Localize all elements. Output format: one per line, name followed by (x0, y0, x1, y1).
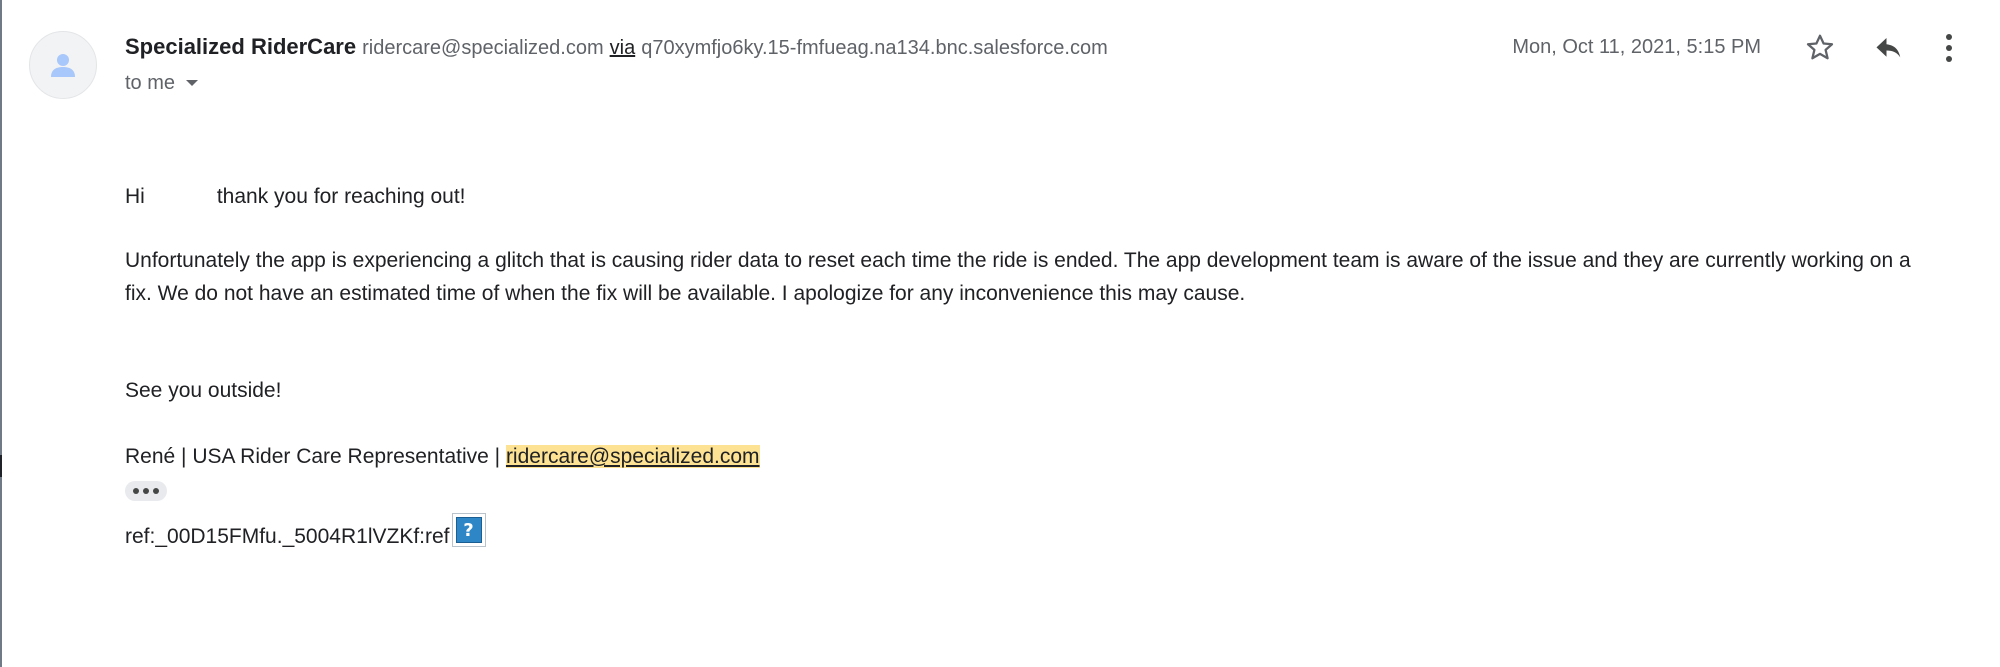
ellipsis-dot (153, 488, 159, 494)
ellipsis-dot (143, 488, 149, 494)
signoff: See you outside! (125, 379, 282, 402)
sender-line: Specialized RiderCare ridercare@speciali… (125, 34, 1465, 64)
signature-line: René | USA Rider Care Representative | r… (125, 440, 1925, 473)
window-edge-marker (0, 455, 2, 477)
sender-email: ridercare@specialized.com (362, 37, 604, 59)
reply-icon (1876, 38, 1901, 58)
missing-image-icon: ? (451, 513, 486, 547)
star-button[interactable] (1800, 28, 1840, 68)
window-edge (0, 0, 2, 667)
more-vert-icon (1946, 34, 1952, 62)
email-date: Mon, Oct 11, 2021, 5:15 PM (1512, 36, 1761, 58)
body-paragraph: Unfortunately the app is experiencing a … (125, 249, 1911, 305)
recipient-label: to me (125, 71, 176, 94)
sender-avatar[interactable] (29, 31, 97, 99)
email-view: Specialized RiderCare ridercare@speciali… (0, 0, 2000, 667)
chevron-down-icon[interactable] (185, 79, 199, 87)
person-icon (51, 54, 75, 77)
reference-id: ref:_00D15FMfu._5004R1lVZKf:ref (125, 525, 450, 548)
reference-line: ref:_00D15FMfu._5004R1lVZKf:ref ? (125, 513, 486, 553)
via-link[interactable]: via (610, 37, 636, 60)
star-icon (1806, 34, 1834, 60)
greeting-text: thank you for reaching out! (216, 185, 466, 208)
ellipsis-dot (133, 488, 139, 494)
signature-email-link[interactable]: ridercare@specialized.com (505, 445, 760, 468)
recipient-details-toggle[interactable]: to me (125, 70, 199, 96)
greeting-prefix: Hi (125, 185, 145, 208)
show-trimmed-content-button[interactable] (125, 481, 167, 501)
reply-button[interactable] (1869, 28, 1909, 68)
more-options-button[interactable] (1929, 28, 1969, 68)
signature-text: René | USA Rider Care Representative | (125, 445, 501, 468)
sender-name[interactable]: Specialized RiderCare (125, 34, 356, 60)
missing-image-glyph: ? (455, 517, 482, 543)
via-host: q70xymfjo6ky.15-fmfueag.na134.bnc.salesf… (641, 37, 1108, 59)
greeting-line: Hi thank you for reaching out! (125, 180, 1925, 213)
